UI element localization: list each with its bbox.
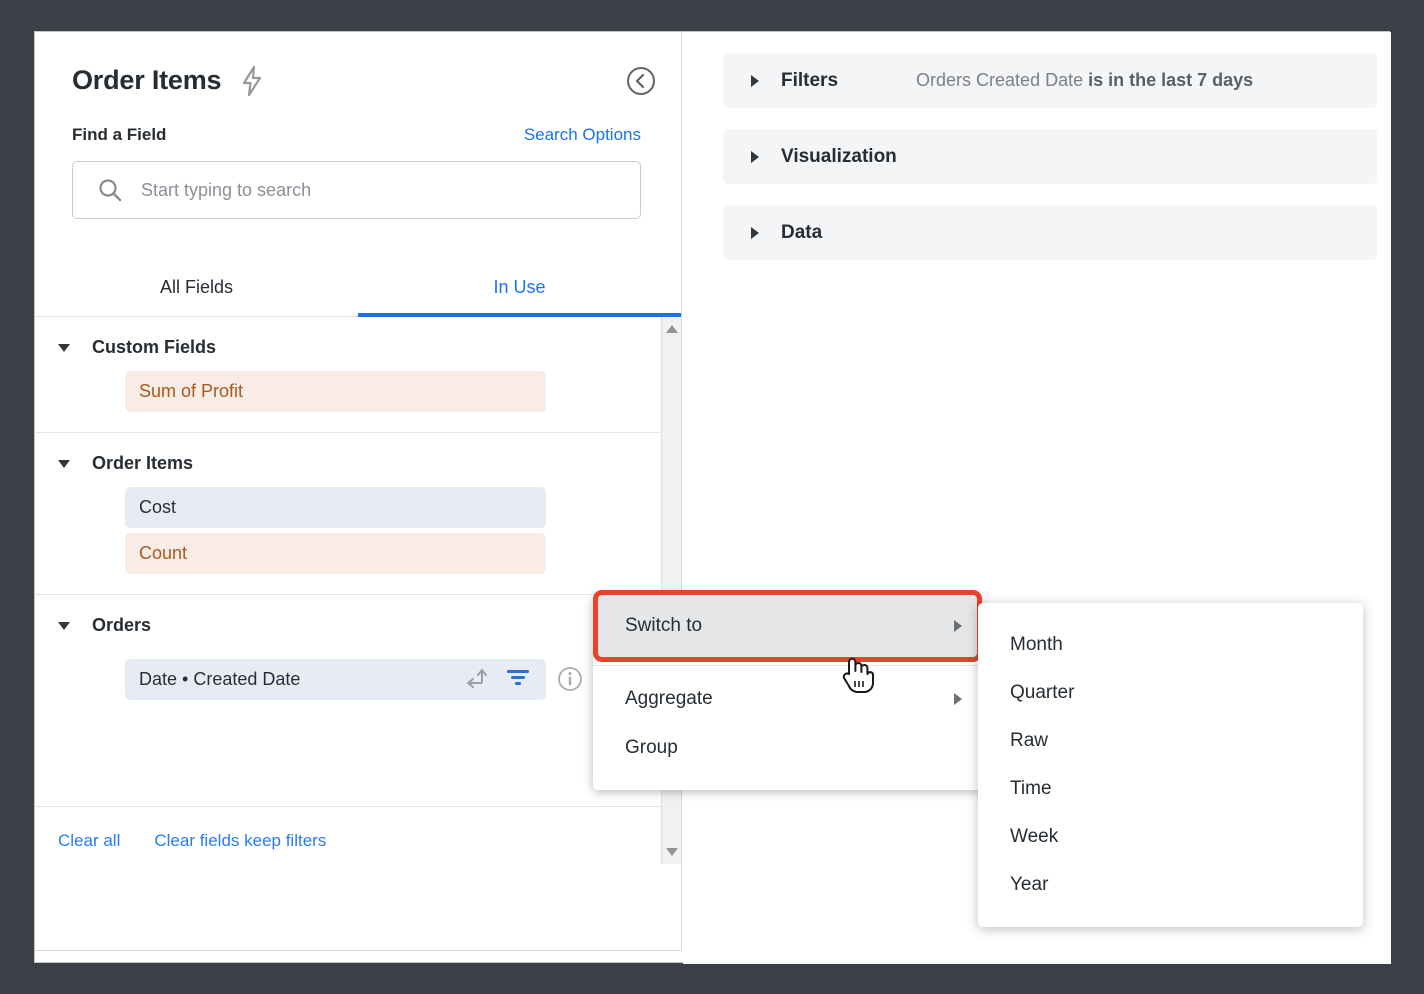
- tab-all-fields[interactable]: All Fields: [35, 263, 358, 316]
- context-menu-item-aggregate[interactable]: Aggregate: [593, 674, 982, 723]
- field-group-label: Order Items: [92, 453, 193, 474]
- field-group-header[interactable]: Orders: [35, 595, 662, 644]
- filters-summary-field: Orders Created Date: [916, 70, 1083, 90]
- scroll-up-arrow-icon[interactable]: [666, 325, 678, 333]
- field-pill-label: Date • Created Date: [139, 669, 300, 690]
- menu-divider: [593, 665, 982, 666]
- section-label: Data: [781, 222, 822, 244]
- section-label: Filters: [781, 70, 838, 92]
- pivot-icon[interactable]: [464, 665, 490, 694]
- info-icon[interactable]: [556, 665, 584, 693]
- context-menu-item-switch-to[interactable]: Switch to: [593, 595, 982, 657]
- filters-summary: Orders Created Date is in the last 7 day…: [916, 70, 1253, 91]
- field-pill-count[interactable]: Count: [125, 533, 546, 574]
- field-pill-sum-of-profit[interactable]: Sum of Profit: [125, 371, 546, 412]
- field-picker-panel: Order Items Find a Field Search Options: [35, 32, 682, 951]
- find-a-field-row: Find a Field Search Options: [35, 104, 681, 145]
- submenu-item-week[interactable]: Week: [978, 813, 1363, 861]
- search-options-link[interactable]: Search Options: [524, 125, 641, 145]
- search-icon: [97, 177, 123, 203]
- field-pill-label: Sum of Profit: [139, 381, 243, 402]
- chevron-right-icon: [954, 693, 962, 705]
- field-pill-created-date[interactable]: Date • Created Date: [125, 659, 546, 700]
- submenu-item-raw[interactable]: Raw: [978, 717, 1363, 765]
- field-group-order-items: Order Items Cost Count: [35, 433, 662, 595]
- section-filters[interactable]: Filters Orders Created Date is in the la…: [723, 53, 1377, 108]
- find-a-field-label: Find a Field: [72, 125, 166, 145]
- scroll-down-arrow-icon[interactable]: [666, 848, 678, 856]
- field-group-label: Orders: [92, 615, 151, 636]
- context-menu-item-group[interactable]: Group: [593, 723, 982, 772]
- submenu-item-quarter[interactable]: Quarter: [978, 669, 1363, 717]
- search-field-container[interactable]: [72, 161, 641, 219]
- chevron-down-icon: [58, 460, 70, 468]
- collapse-panel-button[interactable]: [625, 65, 657, 97]
- page-title: Order Items: [72, 65, 221, 96]
- field-pill-cost[interactable]: Cost: [125, 487, 546, 528]
- switch-to-submenu: Month Quarter Raw Time Week Year: [978, 603, 1363, 927]
- submenu-item-year[interactable]: Year: [978, 861, 1363, 909]
- context-menu-item-label: Group: [625, 737, 678, 759]
- field-group-orders: Orders Date • Created Date: [35, 595, 662, 729]
- field-group-header[interactable]: Order Items: [35, 433, 662, 482]
- search-input[interactable]: [141, 180, 521, 201]
- submenu-item-time[interactable]: Time: [978, 765, 1363, 813]
- field-pill-label: Cost: [139, 497, 176, 518]
- field-list: Custom Fields Sum of Profit Order Items …: [35, 317, 681, 806]
- field-group-custom-fields: Custom Fields Sum of Profit: [35, 317, 662, 433]
- chevron-right-icon: [751, 75, 759, 87]
- field-list-scroll-area: Custom Fields Sum of Profit Order Items …: [35, 317, 662, 806]
- chevron-down-icon: [58, 344, 70, 352]
- field-pill-label: Count: [139, 543, 187, 564]
- section-visualization[interactable]: Visualization: [723, 129, 1377, 184]
- field-group-header[interactable]: Custom Fields: [35, 317, 662, 366]
- clear-fields-keep-filters-link[interactable]: Clear fields keep filters: [154, 831, 326, 851]
- chevron-right-icon: [751, 227, 759, 239]
- field-list-footer: Clear all Clear fields keep filters: [35, 806, 681, 851]
- lightning-bolt-icon: [240, 66, 264, 96]
- section-label: Visualization: [781, 146, 897, 168]
- chevron-down-icon: [58, 622, 70, 630]
- clear-all-link[interactable]: Clear all: [58, 831, 120, 851]
- tab-in-use[interactable]: In Use: [358, 263, 681, 316]
- section-data[interactable]: Data: [723, 205, 1377, 260]
- chevron-right-icon: [751, 151, 759, 163]
- chevron-right-icon: [954, 620, 962, 632]
- field-group-label: Custom Fields: [92, 337, 216, 358]
- filters-summary-condition: is in the last 7 days: [1088, 70, 1253, 90]
- context-menu-item-label: Aggregate: [625, 688, 713, 710]
- field-context-menu: Switch to Aggregate Group: [593, 595, 982, 790]
- context-menu-item-label: Switch to: [625, 615, 702, 637]
- field-tabs: All Fields In Use: [35, 263, 681, 317]
- looker-explore-window: Order Items Find a Field Search Options: [34, 31, 1390, 963]
- field-row-created-date: Date • Created Date: [125, 649, 662, 709]
- panel-header: Order Items: [35, 32, 681, 104]
- filter-icon[interactable]: [504, 666, 532, 693]
- submenu-item-month[interactable]: Month: [978, 621, 1363, 669]
